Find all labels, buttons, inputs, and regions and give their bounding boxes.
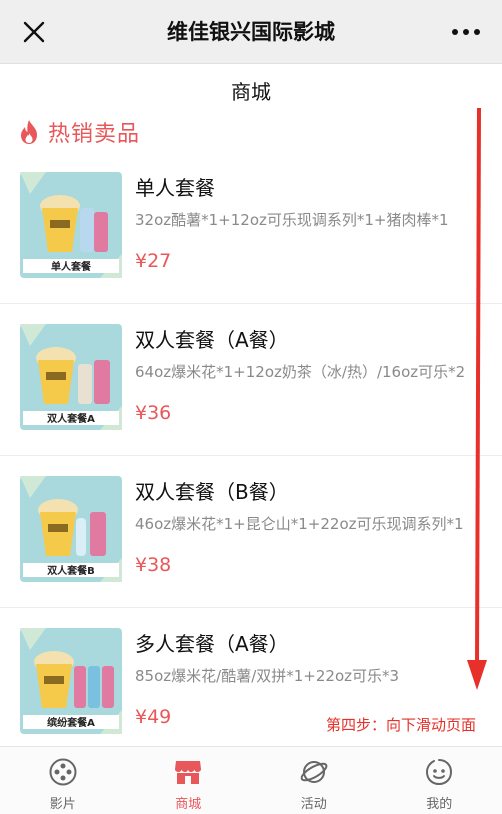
nav-item-activity[interactable]: 活动 <box>251 747 377 814</box>
product-price: ¥27 <box>135 250 172 272</box>
product-description: 85oz爆米花/酷薯/双拼*1+22oz可乐*3 <box>135 667 400 685</box>
product-price: ¥38 <box>135 554 172 576</box>
product-item[interactable]: 双人套餐B 双人套餐（B餐） 46oz爆米花*1+昆仑山*1+22oz可乐现调系… <box>0 456 502 608</box>
page-title: 商城 <box>231 80 271 104</box>
product-badge: 双人套餐B <box>47 564 95 577</box>
scroll-down-arrow-icon <box>467 108 487 690</box>
product-name: 单人套餐 <box>135 176 215 200</box>
nav-label: 活动 <box>300 797 327 812</box>
product-name: 双人套餐（A餐） <box>135 328 289 352</box>
product-image: 双人套餐B <box>20 476 122 582</box>
product-description: 46oz爆米花*1+昆仑山*1+22oz可乐现调系列*1 <box>135 515 464 533</box>
product-image: 单人套餐 <box>20 172 122 278</box>
product-badge: 双人套餐A <box>47 412 95 425</box>
top-bar: 维佳银兴国际影城 <box>0 0 502 64</box>
nav-item-films[interactable]: 影片 <box>0 747 126 814</box>
product-name: 双人套餐（B餐） <box>135 480 289 504</box>
nav-item-shop[interactable]: 商城 <box>126 747 252 814</box>
nav-label: 我的 <box>426 797 453 812</box>
shop-icon <box>175 761 202 784</box>
nav-label: 商城 <box>175 797 202 812</box>
nav-label: 影片 <box>49 797 76 812</box>
film-reel-icon <box>49 758 77 786</box>
product-badge: 缤纷套餐A <box>47 716 95 729</box>
fire-icon <box>21 120 37 144</box>
product-price: ¥49 <box>135 706 172 728</box>
product-item[interactable]: 单人套餐 单人套餐 32oz酷薯*1+12oz可乐现调系列*1+猪肉棒*1 ¥2… <box>0 152 502 304</box>
product-name: 多人套餐（A餐） <box>135 632 289 656</box>
bottom-nav: 影片 商城 活动 我的 <box>0 746 502 814</box>
product-image: 双人套餐A <box>20 324 122 430</box>
product-description: 32oz酷薯*1+12oz可乐现调系列*1+猪肉棒*1 <box>135 211 449 229</box>
more-options-icon[interactable] <box>450 20 482 44</box>
section-header: 热销卖品 <box>18 116 140 148</box>
product-item[interactable]: 缤纷套餐A 多人套餐（A餐） 85oz爆米花/酷薯/双拼*1+22oz可乐*3 … <box>0 608 502 760</box>
product-description: 64oz爆米花*1+12oz奶茶（冰/热）/16oz可乐*2 <box>135 363 466 381</box>
section-title: 热销卖品 <box>48 122 141 147</box>
product-price: ¥36 <box>135 402 172 424</box>
product-image: 缤纷套餐A <box>20 628 122 734</box>
product-item[interactable]: 双人套餐A 双人套餐（A餐） 64oz爆米花*1+12oz奶茶（冰/热）/16o… <box>0 304 502 456</box>
planet-icon <box>300 761 328 783</box>
product-badge: 单人套餐 <box>51 260 92 273</box>
app-title: 维佳银兴国际影城 <box>167 20 335 44</box>
nav-item-me[interactable]: 我的 <box>377 747 502 814</box>
annotation-text: 第四步：向下滑动页面 <box>326 716 477 734</box>
profile-face-icon <box>426 759 453 786</box>
